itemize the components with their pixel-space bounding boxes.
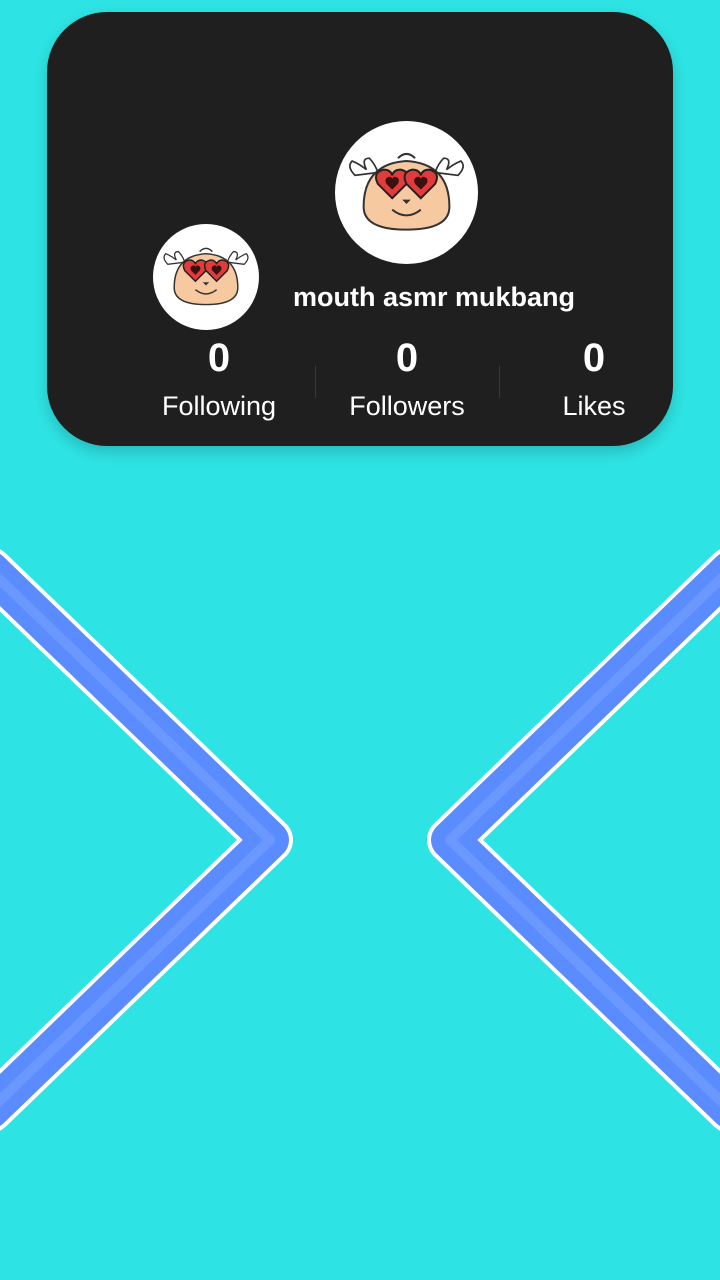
hamster-heart-glasses-icon: [163, 247, 249, 306]
chevron-right-icon[interactable]: [427, 549, 720, 1131]
stat-likes[interactable]: 0 Likes: [504, 334, 684, 424]
likes-count: 0: [582, 336, 606, 380]
following-label: Following: [161, 391, 277, 421]
screen: mouth asmr mukbang 0 Following 0 Followe…: [0, 0, 720, 1280]
profile-username: mouth asmr mukbang: [293, 282, 576, 312]
profile-avatar[interactable]: [335, 121, 478, 264]
stat-divider: [499, 366, 500, 398]
stat-following[interactable]: 0 Following: [129, 334, 309, 424]
stat-divider: [315, 366, 316, 398]
followers-label: Followers: [349, 391, 465, 421]
followers-count: 0: [395, 336, 419, 380]
floating-avatar[interactable]: [153, 224, 259, 330]
likes-label: Likes: [562, 391, 626, 421]
following-count: 0: [207, 336, 231, 380]
stat-followers[interactable]: 0 Followers: [317, 334, 497, 424]
profile-card: mouth asmr mukbang 0 Following 0 Followe…: [47, 12, 673, 446]
chevron-left-icon[interactable]: [0, 549, 293, 1131]
hamster-heart-glasses-icon: [349, 152, 464, 231]
